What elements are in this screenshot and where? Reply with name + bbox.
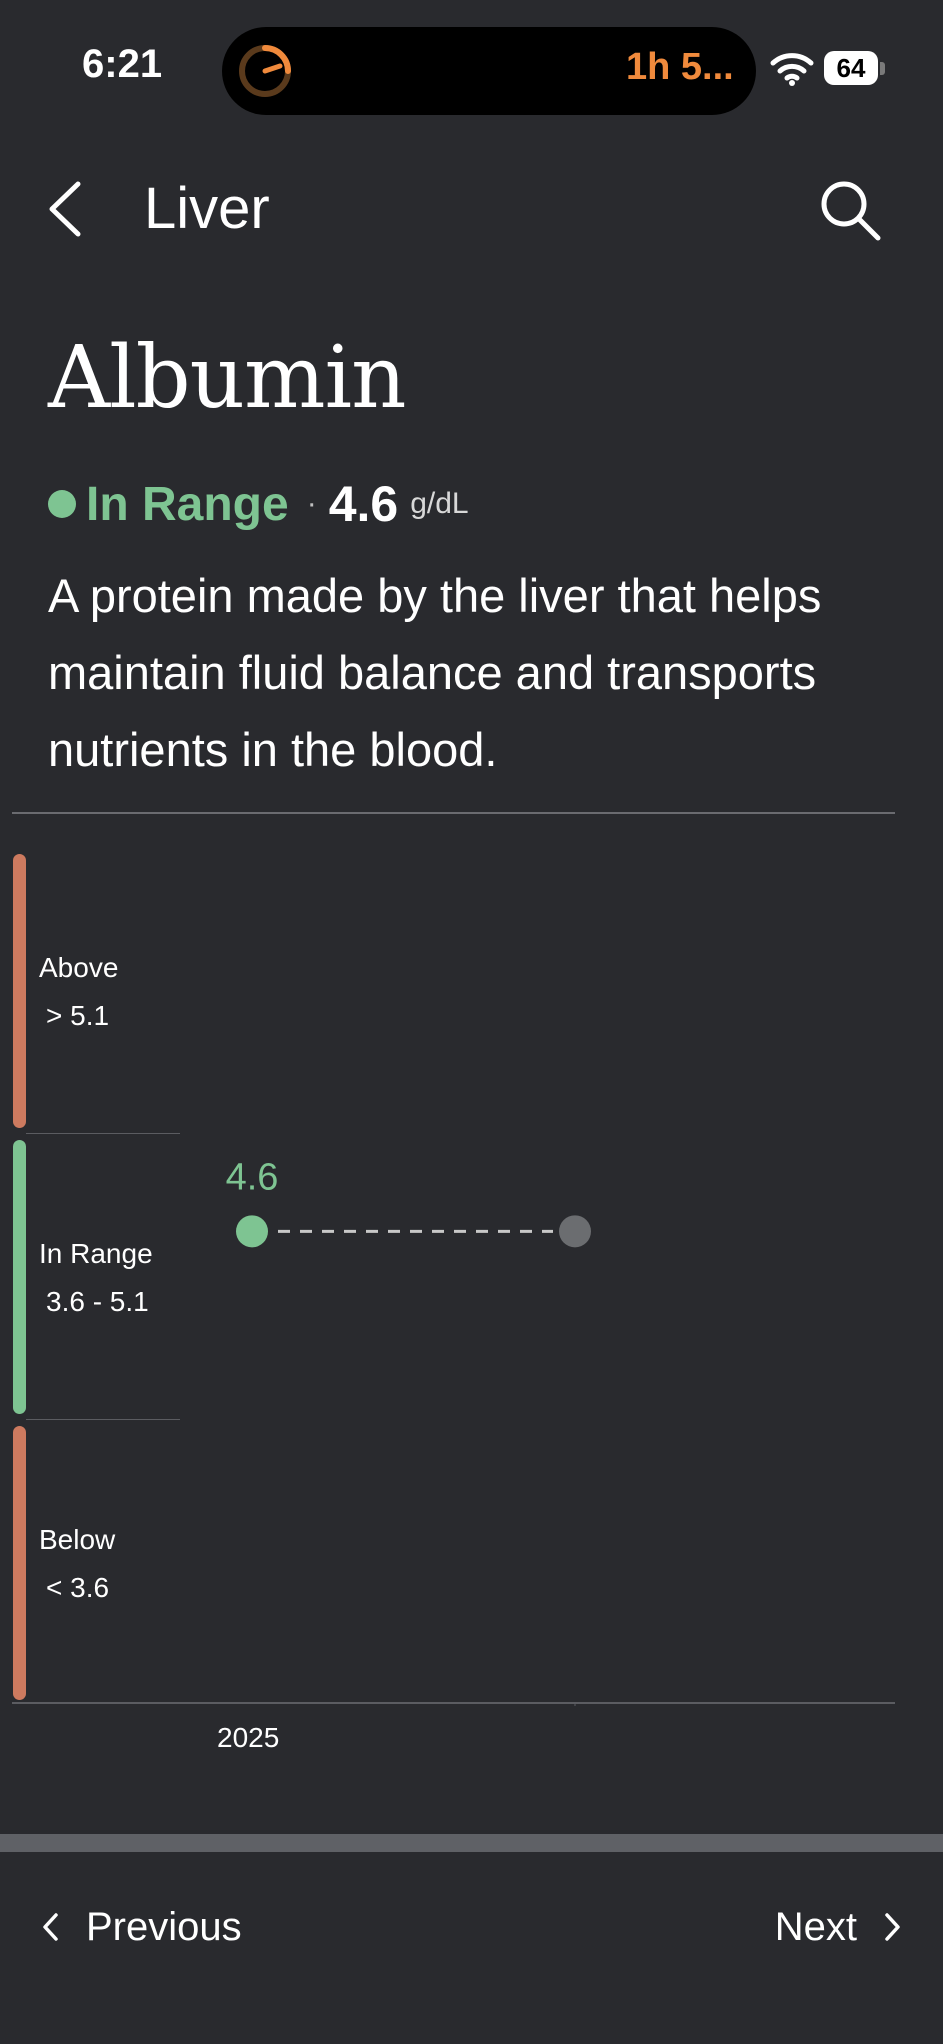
- bottom-divider-strip: [0, 1834, 943, 1852]
- next-label: Next: [774, 1904, 857, 1949]
- data-point: [236, 1215, 268, 1248]
- chevron-left-icon: [43, 1913, 58, 1941]
- biomarker-chart: 4.6: [12, 1156, 895, 1706]
- data-label: 4.6: [226, 1156, 279, 1198]
- projected-point: [559, 1215, 591, 1248]
- previous-button[interactable]: Previous: [40, 1897, 242, 1957]
- previous-label: Previous: [86, 1904, 242, 1949]
- chevron-right-icon: [885, 1913, 900, 1941]
- x-axis-tick-label: 2025: [217, 1722, 280, 1753]
- next-button[interactable]: Next: [775, 1897, 903, 1957]
